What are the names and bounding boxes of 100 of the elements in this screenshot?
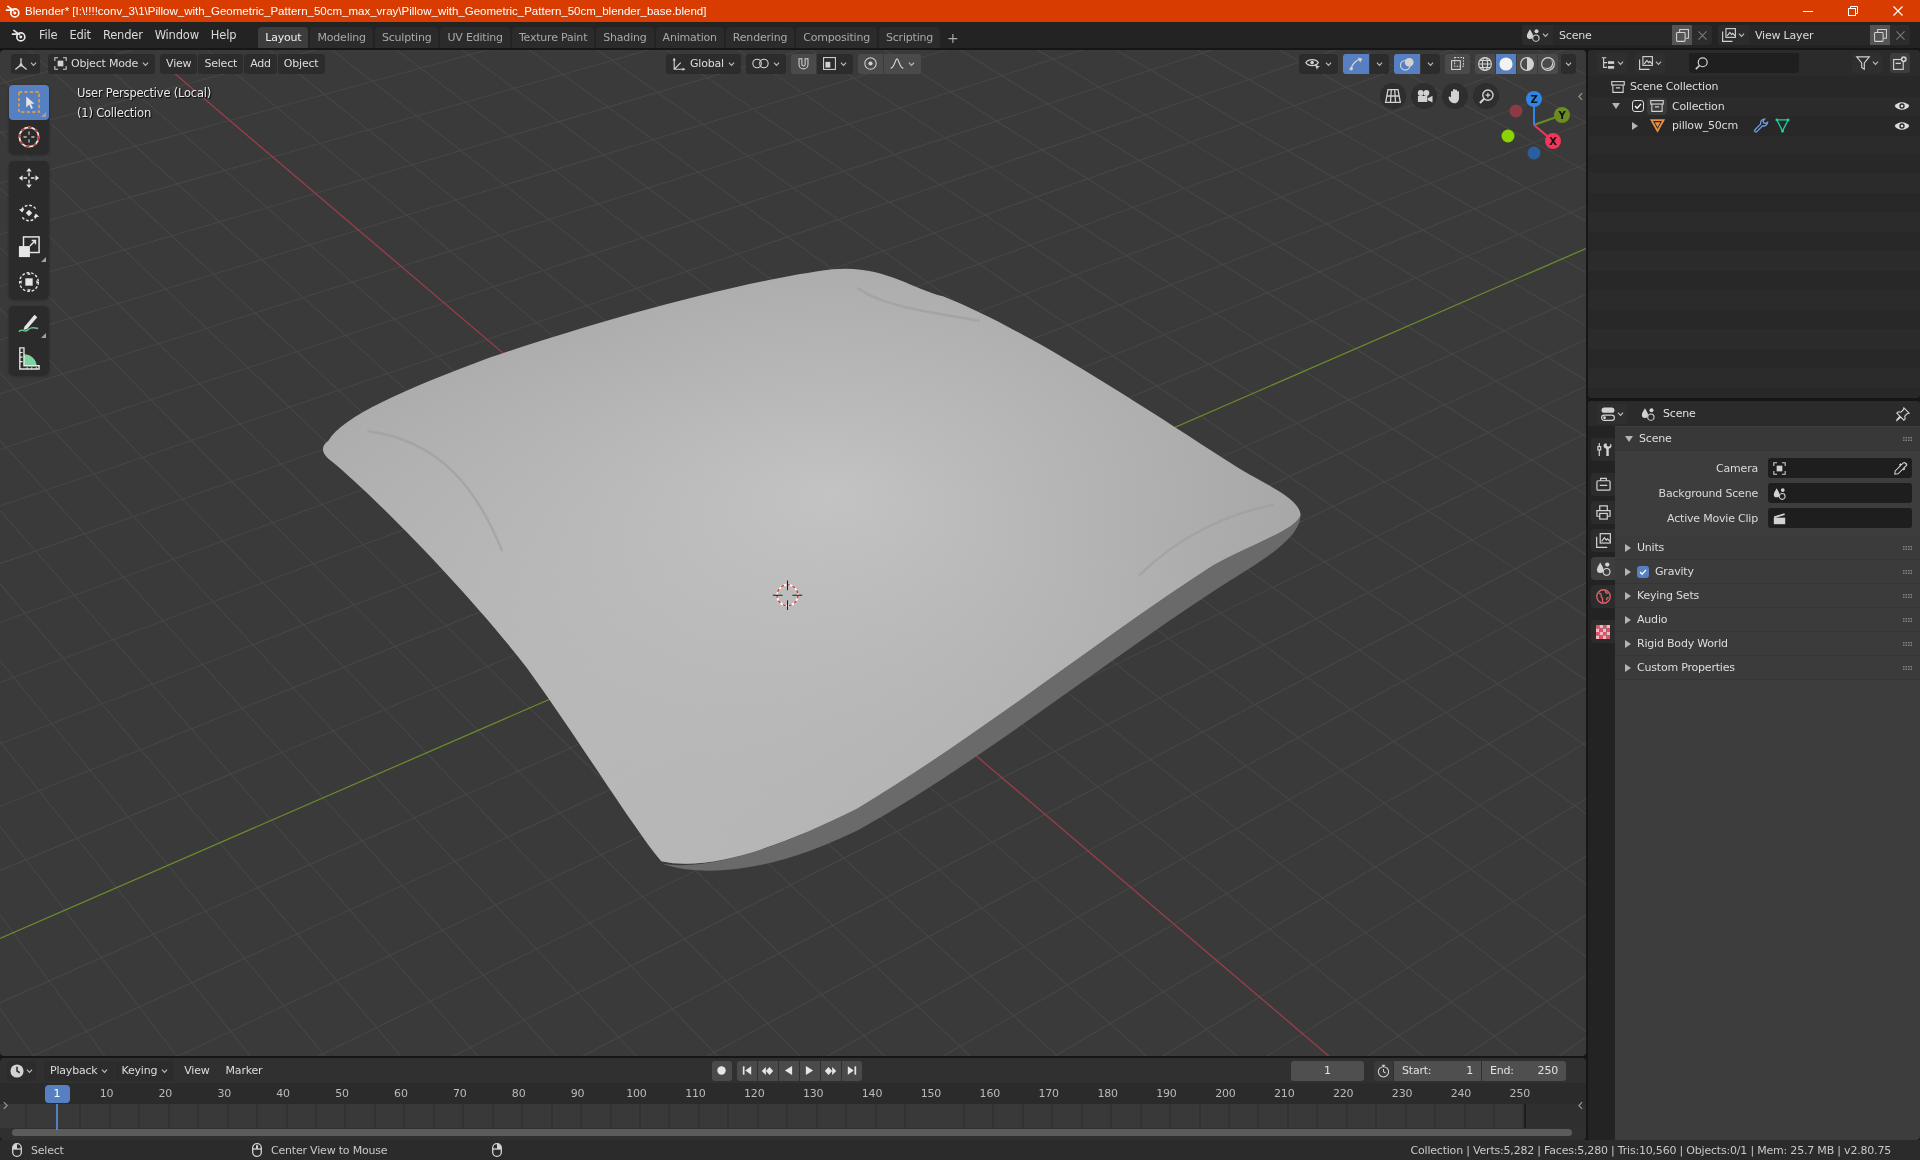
menu-item[interactable]: Marker <box>219 1060 269 1081</box>
current-frame-marker[interactable]: 1 <box>44 1084 70 1103</box>
chevron-left-icon[interactable] <box>1578 1101 1583 1110</box>
menu-item[interactable]: Edit <box>63 25 97 45</box>
properties-tab[interactable] <box>1591 585 1615 608</box>
workspace-tab[interactable]: Texture Paint <box>511 27 595 48</box>
display-mode-dropdown[interactable] <box>1597 53 1627 73</box>
axis-dot[interactable] <box>1501 129 1515 143</box>
eye-icon[interactable] <box>1894 120 1910 131</box>
menu-item[interactable]: Window <box>148 25 205 45</box>
disclosure-triangle-icon[interactable] <box>1632 121 1638 130</box>
shading-mode-button[interactable] <box>1538 53 1558 74</box>
view-layer-name-field[interactable]: View Layer <box>1749 25 1870 45</box>
shading-mode-button[interactable] <box>1496 53 1516 74</box>
properties-tab[interactable] <box>1591 557 1615 580</box>
menu-dropdown[interactable]: Playback <box>44 1060 115 1081</box>
workspace-tab[interactable]: Rendering <box>725 27 795 48</box>
disclosure-triangle-icon[interactable] <box>1625 591 1631 600</box>
jump-start-button[interactable] <box>736 1060 757 1081</box>
menu-item[interactable]: View <box>178 1060 216 1081</box>
add-workspace-button[interactable]: + <box>942 27 964 48</box>
datablock-field[interactable] <box>1768 458 1912 478</box>
end-frame-field[interactable]: End: 250 <box>1482 1060 1566 1081</box>
checkbox[interactable] <box>1637 565 1649 578</box>
new-scene-button[interactable] <box>1672 25 1692 45</box>
pin-icon[interactable] <box>1896 406 1910 421</box>
editor-type-button[interactable] <box>1597 403 1627 424</box>
axis-handle[interactable]: Z <box>1526 91 1542 126</box>
properties-tab[interactable] <box>1591 438 1615 461</box>
workspace-tab[interactable]: Scripting <box>878 27 941 48</box>
axis-handle[interactable]: Y <box>1533 107 1570 126</box>
properties-tab[interactable] <box>1591 620 1615 643</box>
datablock-field[interactable] <box>1768 483 1912 503</box>
workspace-tab[interactable]: UV Editing <box>440 27 510 48</box>
shading-mode-button[interactable] <box>1517 53 1537 74</box>
properties-tab[interactable] <box>1591 529 1615 552</box>
workspace-tab[interactable]: Shading <box>596 27 654 48</box>
datablock-field[interactable] <box>1768 508 1912 528</box>
workspace-tab[interactable]: Animation <box>655 27 724 48</box>
context-title: Scene <box>1663 407 1696 420</box>
frame-number: 110 <box>684 1086 707 1102</box>
menu-dropdown[interactable]: Keying <box>115 1060 175 1081</box>
playhead-line[interactable] <box>56 1103 58 1130</box>
disclosure-triangle-icon[interactable] <box>1625 639 1631 648</box>
horizontal-scrollbar[interactable] <box>12 1129 1572 1136</box>
disclosure-triangle-icon[interactable] <box>1625 615 1631 624</box>
chevron-right-icon[interactable] <box>3 1101 8 1110</box>
scene-name-field[interactable]: Scene <box>1553 25 1672 45</box>
menu-item[interactable]: Add <box>244 53 277 74</box>
remove-scene-button[interactable] <box>1692 25 1712 45</box>
next-keyframe-button[interactable] <box>820 1060 841 1081</box>
properties-tab[interactable] <box>1591 473 1615 496</box>
play-reverse-button[interactable] <box>778 1060 799 1081</box>
workspace-tab[interactable]: Modeling <box>310 27 373 48</box>
menu-item[interactable]: Select <box>198 53 244 74</box>
filter-dropdown[interactable] <box>1852 53 1882 73</box>
menu-item[interactable]: Render <box>96 25 149 45</box>
new-collection-button[interactable] <box>1890 53 1910 73</box>
mode-dropdown[interactable]: Object Mode <box>48 53 156 74</box>
disclosure-triangle-icon[interactable] <box>1625 543 1631 552</box>
workspace-tab[interactable]: Sculpting <box>374 27 439 48</box>
axis-dot[interactable] <box>1509 104 1523 118</box>
shading-mode-button[interactable] <box>1475 53 1495 74</box>
remove-view-layer-button[interactable] <box>1890 25 1910 45</box>
preview-range-button[interactable] <box>1374 1060 1393 1081</box>
properties-tab[interactable] <box>1591 501 1615 524</box>
jump-end-button[interactable] <box>841 1060 862 1081</box>
gizmo-toggle[interactable] <box>1343 53 1369 74</box>
panel-header[interactable]: Scene <box>1615 427 1920 451</box>
axis-handle[interactable]: X <box>1533 124 1561 149</box>
view-layer-filter-dropdown[interactable] <box>1635 53 1665 73</box>
play-button[interactable] <box>799 1060 820 1081</box>
auto-keying-button[interactable] <box>711 1060 732 1081</box>
previous-keyframe-button[interactable] <box>757 1060 778 1081</box>
current-frame-field[interactable]: 1 <box>1291 1060 1364 1081</box>
start-frame-field[interactable]: Start: 1 <box>1394 1060 1481 1081</box>
menu-item[interactable]: Help <box>204 25 243 45</box>
visibility-dropdown[interactable] <box>1299 53 1338 74</box>
menu-item[interactable]: File <box>33 25 64 45</box>
xray-toggle[interactable] <box>1445 53 1470 74</box>
eye-icon[interactable] <box>1894 101 1910 112</box>
overlays-toggle[interactable] <box>1394 53 1420 74</box>
menu-item[interactable]: View <box>160 53 198 74</box>
workspace-tab[interactable]: Layout <box>258 27 309 48</box>
eyedropper-icon[interactable] <box>1894 461 1907 475</box>
scene-browse-button[interactable] <box>1522 25 1553 45</box>
view-layer-browse-button[interactable] <box>1718 25 1749 45</box>
editor-type-button[interactable] <box>7 1060 36 1081</box>
disclosure-triangle-icon[interactable] <box>1612 103 1620 110</box>
chevron-left-icon[interactable] <box>1578 92 1583 101</box>
search-field[interactable] <box>1689 53 1799 73</box>
editor-type-button[interactable] <box>11 53 40 74</box>
checkbox[interactable] <box>1632 100 1644 113</box>
new-view-layer-button[interactable] <box>1870 25 1890 45</box>
orientation-dropdown[interactable]: Global <box>666 53 741 74</box>
disclosure-triangle-icon[interactable] <box>1625 435 1633 442</box>
workspace-tab[interactable]: Compositing <box>796 27 877 48</box>
axis-dot[interactable] <box>1527 146 1541 160</box>
disclosure-triangle-icon[interactable] <box>1625 663 1631 672</box>
disclosure-triangle-icon[interactable] <box>1625 567 1631 576</box>
